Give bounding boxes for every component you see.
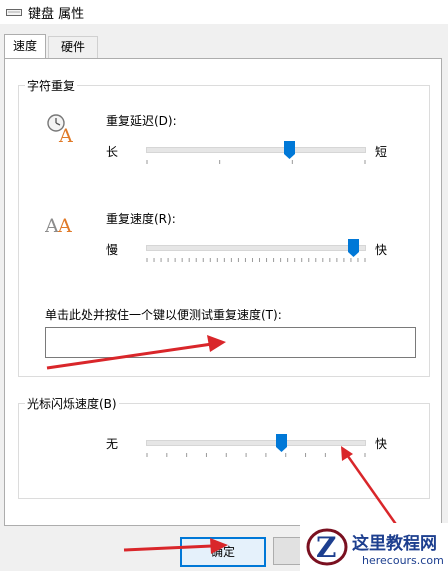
- tab-hardware[interactable]: 硬件: [48, 36, 98, 58]
- tab-speed[interactable]: 速度: [4, 34, 46, 58]
- repeat-test-input[interactable]: [45, 327, 416, 358]
- site-watermark: Z 这里教程网 herecours.com: [300, 523, 448, 571]
- repeat-rate-ticks: [146, 258, 366, 262]
- repeat-delay-label: 重复延迟(D):: [106, 114, 177, 128]
- tab-strip: 速度 硬件: [0, 34, 448, 58]
- repeat-delay-min-label: 长: [106, 145, 119, 159]
- title-bar: 键盘 属性: [0, 0, 448, 24]
- repeat-rate-max-label: 快: [375, 243, 388, 257]
- repeat-rate-slider-thumb[interactable]: [347, 239, 359, 257]
- repeat-delay-max-label: 短: [375, 145, 388, 159]
- keyboard-properties-window: 键盘 属性 速度 硬件 字符重复 A 重复延迟(D): 长 短 A A 重复速度…: [0, 0, 448, 571]
- repeat-delay-icon: A: [47, 114, 73, 144]
- repeat-rate-label: 重复速度(R):: [106, 212, 176, 226]
- repeat-delay-ticks: [146, 160, 366, 164]
- watermark-logo-icon: Z: [306, 528, 348, 566]
- repeat-rate-slider-track[interactable]: [146, 245, 366, 251]
- watermark-title: 这里教程网: [352, 534, 437, 554]
- window-title: 键盘 属性: [28, 7, 85, 22]
- keyboard-icon: [6, 9, 22, 16]
- repeat-test-label: 单击此处并按住一个键以便测试重复速度(T):: [45, 308, 282, 322]
- cursor-blink-ticks: [146, 453, 366, 457]
- ok-button[interactable]: 确定: [180, 537, 266, 567]
- cursor-blink-slider-track[interactable]: [146, 440, 366, 446]
- svg-text:A: A: [58, 125, 73, 144]
- cursor-blink-legend: 光标闪烁速度(B): [25, 395, 119, 412]
- svg-text:Z: Z: [316, 531, 336, 564]
- repeat-delay-slider-thumb[interactable]: [284, 141, 296, 159]
- repeat-rate-icon: A A: [45, 215, 72, 236]
- watermark-url: herecours.com: [362, 554, 444, 567]
- cursor-blink-group: 光标闪烁速度(B): [18, 395, 430, 499]
- cursor-blink-max-label: 快: [375, 437, 388, 451]
- svg-text:A: A: [57, 215, 72, 236]
- char-repeat-legend: 字符重复: [25, 77, 78, 94]
- cancel-button[interactable]: [273, 537, 303, 565]
- repeat-rate-min-label: 慢: [106, 243, 119, 257]
- repeat-delay-slider-track[interactable]: [146, 147, 366, 153]
- cursor-blink-slider-thumb[interactable]: [275, 434, 287, 452]
- svg-text:A: A: [45, 215, 59, 236]
- cursor-blink-min-label: 无: [106, 437, 119, 451]
